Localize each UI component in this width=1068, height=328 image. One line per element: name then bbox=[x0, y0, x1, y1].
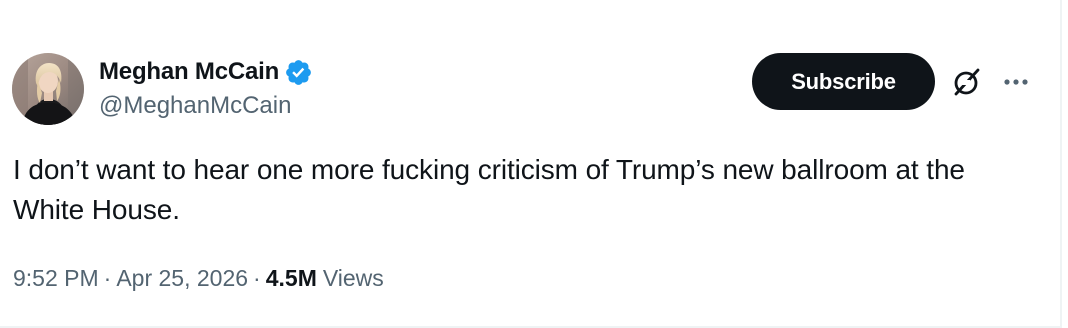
tweet-text: I don’t want to hear one more fucking cr… bbox=[13, 154, 965, 225]
separator-dot: · bbox=[103, 265, 112, 291]
author-display-name[interactable]: Meghan McCain bbox=[99, 58, 279, 86]
subscribe-button[interactable]: Subscribe bbox=[752, 53, 935, 110]
tweet-date[interactable]: Apr 25, 2026 bbox=[116, 265, 248, 292]
separator-dot: · bbox=[253, 265, 261, 291]
views-count[interactable]: 4.5M bbox=[266, 265, 317, 292]
more-options-icon[interactable] bbox=[1002, 68, 1030, 96]
avatar-photo bbox=[12, 53, 84, 125]
views-label[interactable]: Views bbox=[323, 265, 384, 292]
avatar[interactable] bbox=[12, 53, 84, 125]
author-name-row[interactable]: Meghan McCain bbox=[99, 55, 313, 89]
tweet-metadata: 9:52 PM · Apr 25, 2026 · 4.5M Views bbox=[13, 265, 384, 292]
right-border bbox=[1060, 0, 1062, 328]
author-handle[interactable]: @MeghanMcCain bbox=[99, 92, 291, 120]
tweet-time[interactable]: 9:52 PM bbox=[13, 265, 99, 292]
verified-badge-icon[interactable] bbox=[284, 58, 313, 87]
grok-icon[interactable] bbox=[951, 66, 983, 98]
